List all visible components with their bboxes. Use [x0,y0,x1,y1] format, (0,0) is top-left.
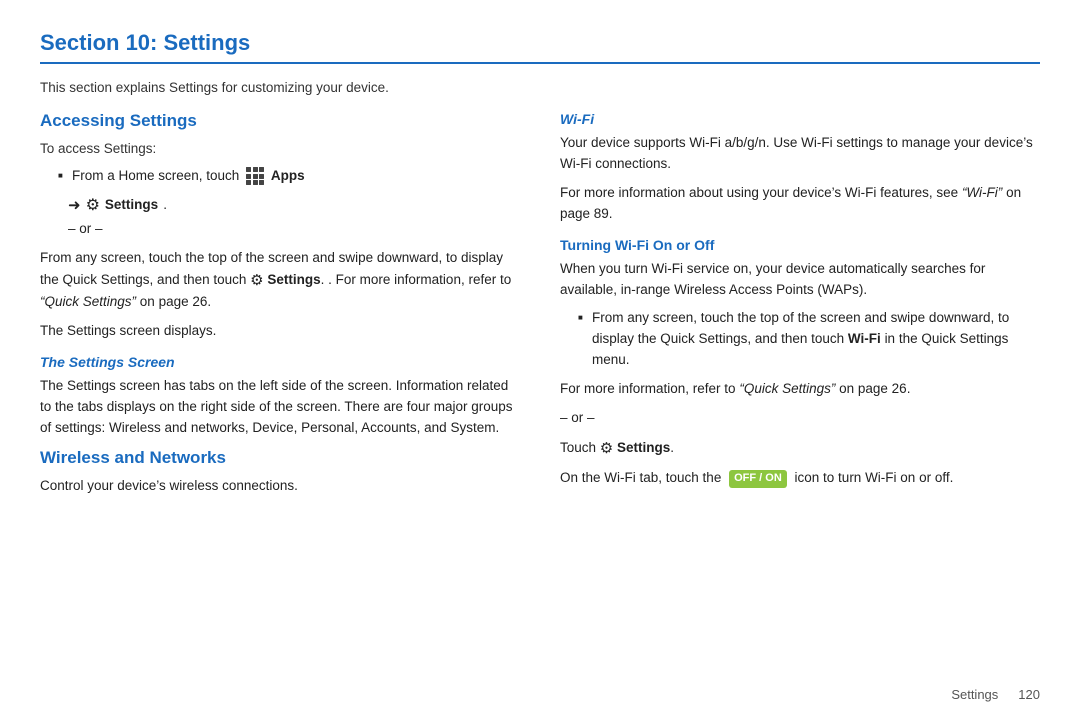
turning-wifi-section: Turning Wi-Fi On or Off When you turn Wi… [560,237,1040,490]
gear-icon-inline: ⚙ [250,272,263,289]
turning-wifi-para2: For more information, refer to “Quick Se… [560,379,1040,400]
wifi-toggle-para: On the Wi-Fi tab, touch the OFF / ON ico… [560,468,1040,489]
settings-arrow-line: ➜ ⚙ Settings. [68,195,520,215]
right-column: Wi-Fi Your device supports Wi-Fi a/b/g/n… [560,111,1040,505]
footer: Settings 120 [951,687,1040,702]
accessing-settings-list: From a Home screen, touch Apps [58,166,520,187]
settings-screen-heading: The Settings Screen [40,354,520,370]
two-column-layout: Accessing Settings To access Settings: F… [40,111,1040,505]
settings-screen-displays: The Settings screen displays. [40,321,520,342]
grid-icon [246,167,264,185]
or-line-2: – or – [560,408,1040,429]
touch-settings-line: Touch ⚙ Settings. [560,437,1040,460]
title-rule [40,62,1040,64]
bullet-apps: From a Home screen, touch Apps [58,166,520,187]
settings-screen-section: The Settings Screen The Settings screen … [40,354,520,439]
wifi-para2: For more information about using your de… [560,183,1040,225]
turning-wifi-heading: Turning Wi-Fi On or Off [560,237,1040,253]
wireless-section: Wireless and Networks Control your devic… [40,448,520,497]
wifi-para1: Your device supports Wi-Fi a/b/g/n. Use … [560,133,1040,175]
intro-text: This section explains Settings for custo… [40,78,1040,99]
to-access-label: To access Settings: [40,139,520,160]
turning-wifi-list: From any screen, touch the top of the sc… [578,308,1040,371]
toggle-badge: OFF / ON [729,470,787,488]
left-column: Accessing Settings To access Settings: F… [40,111,520,505]
turning-wifi-bullet: From any screen, touch the top of the sc… [578,308,1040,371]
or-line-1: – or – [68,219,520,240]
settings-screen-para: The Settings screen has tabs on the left… [40,376,520,439]
wireless-para: Control your device’s wireless connectio… [40,476,520,497]
gear-icon-touch: ⚙ [600,440,613,457]
page-title: Section 10: Settings [40,30,1040,56]
accessing-settings-heading: Accessing Settings [40,111,520,131]
gear-icon-settings: ⚙ [86,195,100,215]
footer-label: Settings [951,687,998,702]
wifi-heading: Wi-Fi [560,111,1040,127]
footer-page: 120 [1018,687,1040,702]
turning-wifi-para1: When you turn Wi-Fi service on, your dev… [560,259,1040,301]
from-any-screen-para: From any screen, touch the top of the sc… [40,248,520,313]
wireless-heading: Wireless and Networks [40,448,520,468]
